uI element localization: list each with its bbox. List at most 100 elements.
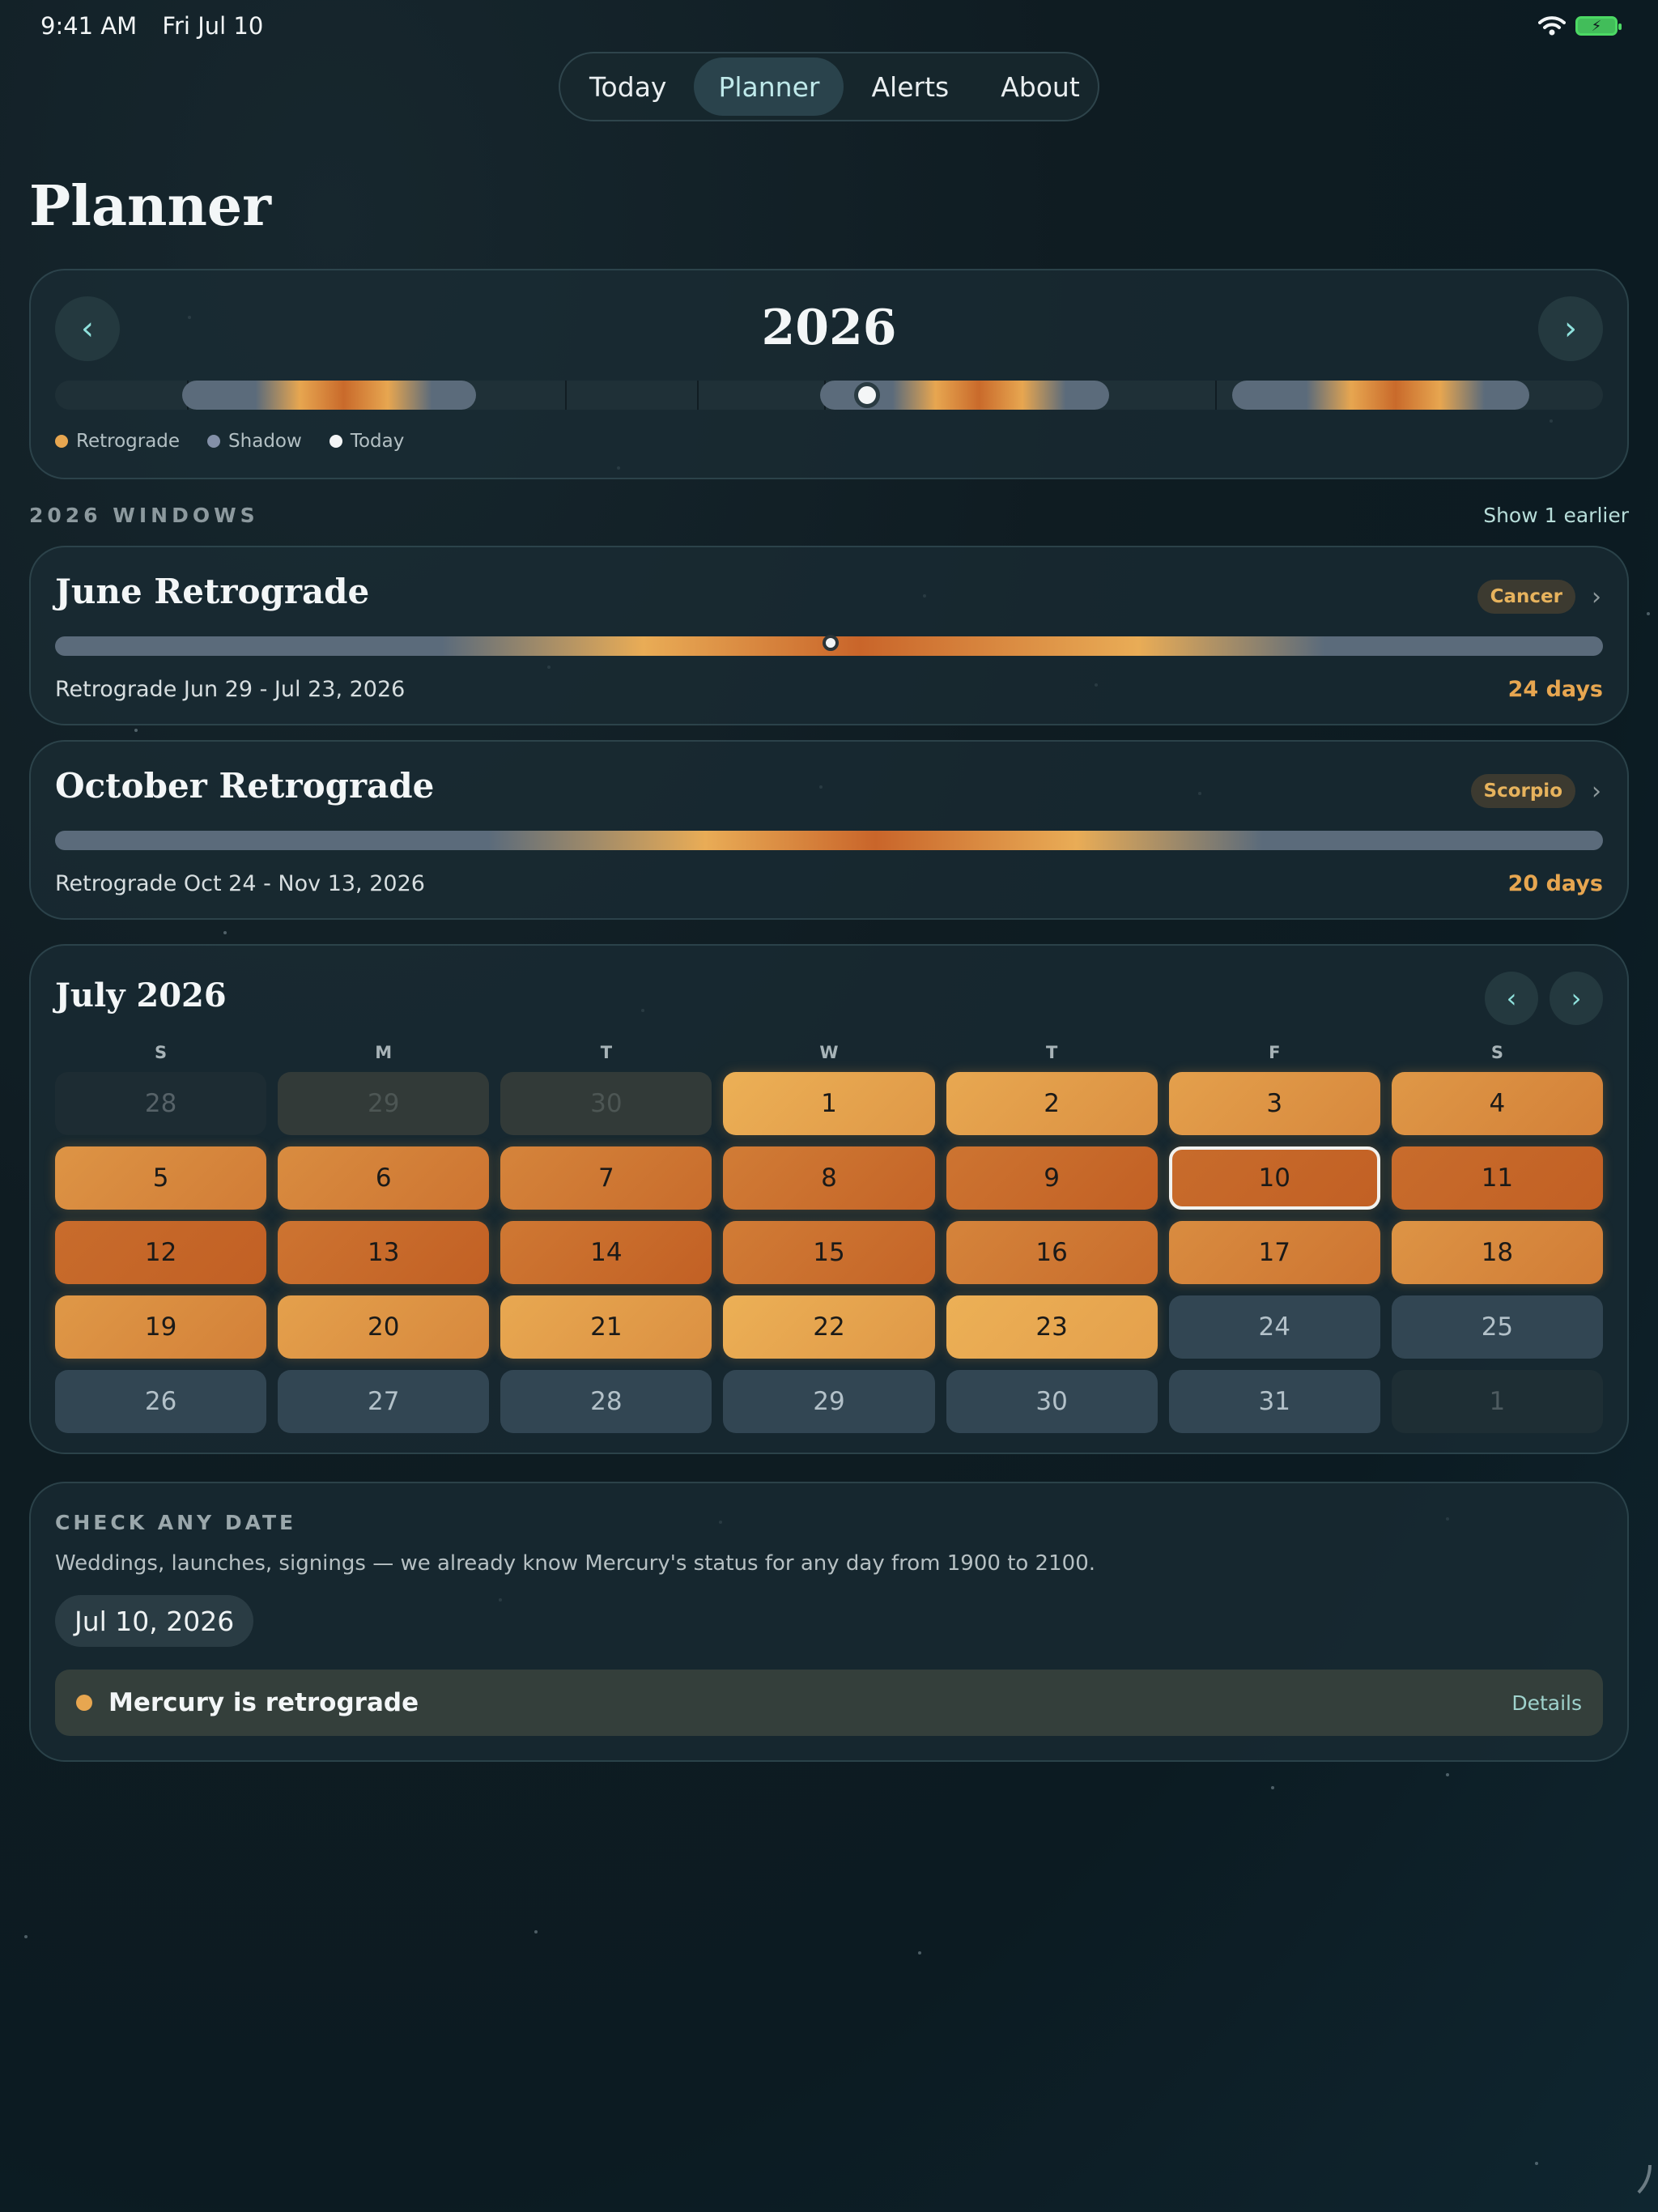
retrograde-window-segment bbox=[182, 381, 476, 410]
today-marker bbox=[823, 635, 839, 651]
calendar-day[interactable]: 22 bbox=[723, 1295, 935, 1359]
window-title: October Retrograde bbox=[55, 766, 435, 806]
calendar-day[interactable]: 11 bbox=[1391, 1146, 1603, 1210]
year-overview-card: ‹ 2026 › Retrograde Shadow Today bbox=[29, 269, 1629, 479]
chevron-right-icon: › bbox=[1592, 582, 1601, 611]
weekday-label: M bbox=[375, 1043, 393, 1062]
today-marker bbox=[853, 382, 880, 408]
calendar-day[interactable]: 1 bbox=[723, 1072, 935, 1135]
details-link[interactable]: Details bbox=[1511, 1691, 1582, 1715]
sign-badge: Cancer bbox=[1477, 580, 1575, 614]
window-card-june[interactable]: June Retrograde Cancer › Retrograde Jun … bbox=[29, 546, 1629, 725]
month-calendar-card: July 2026 ‹ › S M T W T F S 28 29 30 1 2 3 4 5 6… bbox=[29, 944, 1629, 1454]
windows-section-header: 2026 WINDOWS Show 1 earlier bbox=[29, 504, 1629, 527]
calendar-day[interactable]: 14 bbox=[500, 1221, 712, 1284]
next-month-button[interactable]: › bbox=[1550, 972, 1603, 1025]
status-date: Fri Jul 10 bbox=[162, 12, 264, 40]
tab-planner[interactable]: Planner bbox=[694, 57, 844, 116]
calendar-day[interactable]: 24 bbox=[1168, 1295, 1380, 1359]
calendar-day[interactable]: 12 bbox=[55, 1221, 267, 1284]
calendar-day[interactable]: 1 bbox=[1391, 1370, 1603, 1433]
weekday-label: S bbox=[1490, 1043, 1503, 1062]
date-picker-button[interactable]: Jul 10, 2026 bbox=[55, 1595, 254, 1647]
calendar-title: July 2026 bbox=[55, 976, 227, 1015]
calendar-day[interactable]: 4 bbox=[1391, 1072, 1603, 1135]
status-result-row[interactable]: Mercury is retrograde Details bbox=[55, 1670, 1603, 1736]
calendar-day[interactable]: 7 bbox=[500, 1146, 712, 1210]
weekday-label: F bbox=[1269, 1043, 1281, 1062]
weekday-label: T bbox=[600, 1043, 613, 1062]
calendar-day[interactable]: 17 bbox=[1168, 1221, 1380, 1284]
calendar-day[interactable]: 30 bbox=[946, 1370, 1158, 1433]
calendar-day[interactable]: 5 bbox=[55, 1146, 267, 1210]
status-time: 9:41 AM bbox=[40, 12, 138, 40]
check-description: Weddings, launches, signings — we alread… bbox=[55, 1551, 1095, 1576]
month-separator bbox=[564, 381, 567, 410]
main-nav: Today Planner Alerts About bbox=[559, 52, 1099, 121]
calendar-day[interactable]: 28 bbox=[55, 1072, 267, 1135]
calendar-day[interactable]: 10 bbox=[1168, 1146, 1380, 1210]
shadow-dot-icon bbox=[207, 435, 221, 448]
legend-today-label: Today bbox=[350, 431, 405, 452]
calendar-day[interactable]: 29 bbox=[278, 1072, 490, 1135]
year-timeline[interactable] bbox=[55, 381, 1603, 410]
calendar-day[interactable]: 26 bbox=[55, 1370, 267, 1433]
window-days: 20 days bbox=[1507, 871, 1603, 896]
window-days: 24 days bbox=[1507, 677, 1603, 702]
month-separator bbox=[1215, 381, 1218, 410]
window-card-october[interactable]: October Retrograde Scorpio › Retrograde … bbox=[29, 740, 1629, 920]
retrograde-window-segment bbox=[1232, 381, 1530, 410]
window-range: Retrograde Jun 29 - Jul 23, 2026 bbox=[55, 677, 406, 702]
status-text: Mercury is retrograde bbox=[108, 1688, 419, 1717]
calendar-day[interactable]: 8 bbox=[723, 1146, 935, 1210]
legend-shadow: Shadow bbox=[207, 431, 302, 452]
legend: Retrograde Shadow Today bbox=[55, 431, 404, 452]
calendar-day[interactable]: 29 bbox=[723, 1370, 935, 1433]
calendar-day[interactable]: 31 bbox=[1168, 1370, 1380, 1433]
chevron-right-icon: › bbox=[1564, 310, 1577, 347]
check-title: CHECK ANY DATE bbox=[55, 1511, 297, 1534]
calendar-day[interactable]: 20 bbox=[278, 1295, 490, 1359]
calendar-day[interactable]: 15 bbox=[723, 1221, 935, 1284]
calendar-day[interactable]: 6 bbox=[278, 1146, 490, 1210]
status-bar: 9:41 AM Fri Jul 10 ⚡ bbox=[40, 11, 1622, 40]
calendar-day[interactable]: 30 bbox=[500, 1072, 712, 1135]
calendar-day[interactable]: 21 bbox=[500, 1295, 712, 1359]
calendar-day[interactable]: 3 bbox=[1168, 1072, 1380, 1135]
window-title: June Retrograde bbox=[55, 572, 370, 611]
retrograde-dot-icon bbox=[76, 1695, 92, 1711]
calendar-day[interactable]: 16 bbox=[946, 1221, 1158, 1284]
legend-retrograde: Retrograde bbox=[55, 431, 180, 452]
tab-alerts[interactable]: Alerts bbox=[847, 57, 973, 116]
retrograde-dot-icon bbox=[55, 435, 68, 448]
chevron-right-icon: › bbox=[1592, 776, 1601, 806]
resize-handle-icon[interactable] bbox=[1611, 2165, 1652, 2206]
calendar-day[interactable]: 27 bbox=[278, 1370, 490, 1433]
wifi-icon bbox=[1538, 16, 1566, 36]
legend-shadow-label: Shadow bbox=[228, 431, 302, 452]
section-title: 2026 WINDOWS bbox=[29, 504, 259, 527]
calendar-grid: 28 29 30 1 2 3 4 5 6 7 8 9 10 11 12 13 14 15 16 17 18 19 20 21 2… bbox=[55, 1072, 1603, 1433]
next-year-button[interactable]: › bbox=[1538, 296, 1603, 361]
chevron-left-icon: ‹ bbox=[1506, 983, 1517, 1014]
chevron-right-icon: › bbox=[1571, 983, 1582, 1014]
calendar-day[interactable]: 9 bbox=[946, 1146, 1158, 1210]
month-separator bbox=[696, 381, 699, 410]
battery-charging-icon: ⚡ bbox=[1575, 16, 1622, 36]
prev-month-button[interactable]: ‹ bbox=[1485, 972, 1538, 1025]
calendar-day[interactable]: 23 bbox=[946, 1295, 1158, 1359]
tab-today[interactable]: Today bbox=[565, 57, 691, 116]
legend-today: Today bbox=[329, 431, 405, 452]
window-progress-bar bbox=[55, 831, 1603, 850]
calendar-day[interactable]: 18 bbox=[1391, 1221, 1603, 1284]
calendar-day[interactable]: 19 bbox=[55, 1295, 267, 1359]
weekday-label: W bbox=[819, 1043, 839, 1062]
calendar-day[interactable]: 13 bbox=[278, 1221, 490, 1284]
tab-about[interactable]: About bbox=[976, 57, 1104, 116]
calendar-day[interactable]: 2 bbox=[946, 1072, 1158, 1135]
calendar-day[interactable]: 28 bbox=[500, 1370, 712, 1433]
show-earlier-link[interactable]: Show 1 earlier bbox=[1483, 504, 1629, 527]
legend-retrograde-label: Retrograde bbox=[76, 431, 181, 452]
check-date-card: CHECK ANY DATE Weddings, launches, signi… bbox=[29, 1482, 1629, 1762]
calendar-day[interactable]: 25 bbox=[1391, 1295, 1603, 1359]
